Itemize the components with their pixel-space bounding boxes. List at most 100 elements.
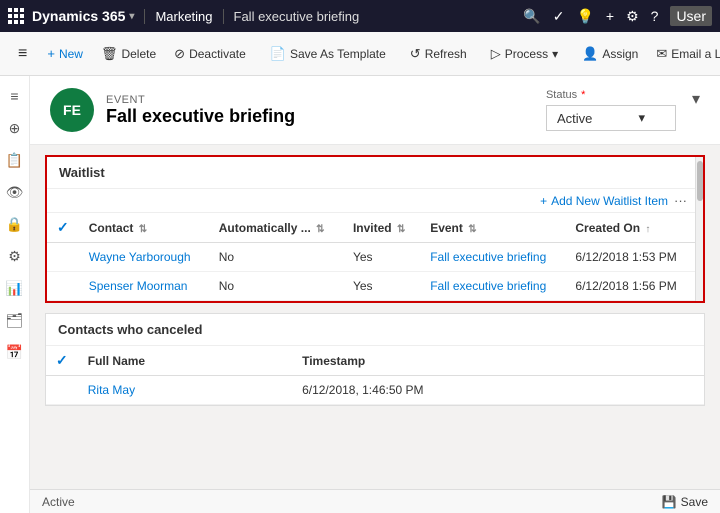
menu-button[interactable]: ≡ [8,39,37,69]
save-icon: 💾 [662,495,677,509]
deactivate-icon: ⊘ [174,46,185,62]
fullname-link[interactable]: Rita May [88,383,135,397]
check-all-icon[interactable]: ✓ [57,219,69,235]
sidebar-icon-eye[interactable]: 👁 [3,180,27,204]
waitlist-check-header: ✓ [47,213,79,243]
waitlist-scroll-thumb [697,161,703,201]
trash-icon: 🗑 [101,46,118,62]
canceled-col-timestamp[interactable]: Timestamp [292,346,684,376]
row-invited: Yes [343,272,420,301]
help-icon[interactable]: ? [651,8,659,24]
canceled-contacts-table: ✓ Full Name Timestamp Rita May 6/12/2018… [46,346,704,405]
waitlist-col-automatically[interactable]: Automatically ... ⇅ [209,213,343,243]
status-label: Status * [546,89,585,101]
row-spacer [684,376,704,405]
status-dropdown[interactable]: Active ▾ [546,105,676,131]
sidebar-icon-calendar[interactable]: 📅 [3,340,27,364]
email-link-button[interactable]: ✉ Email a Link [648,40,720,68]
waitlist-content: Waitlist + Add New Waitlist Item ··· [47,157,695,301]
record-avatar: FE [50,88,94,132]
event-link[interactable]: Fall executive briefing [430,279,546,293]
sidebar-icon-menu[interactable]: ≡ [3,84,27,108]
deactivate-button[interactable]: ⊘ Deactivate [166,40,254,68]
status-bar: Active 💾 Save [30,489,720,513]
row-check[interactable] [47,272,79,301]
event-link[interactable]: Fall executive briefing [430,250,546,264]
refresh-button[interactable]: ↺ Refresh [402,40,475,68]
table-row: Rita May 6/12/2018, 1:46:50 PM [46,376,704,405]
process-button[interactable]: ▷ Process ▾ [483,40,566,68]
canceled-table-body: Rita May 6/12/2018, 1:46:50 PM [46,376,704,405]
waitlist-scrollbar[interactable] [695,157,703,301]
waitlist-more-options[interactable]: ··· [674,193,687,208]
canceled-table-header-row: ✓ Full Name Timestamp [46,346,704,376]
row-automatically: No [209,272,343,301]
settings-icon[interactable]: ⚙ [626,8,639,25]
top-nav: Dynamics 365 ▾ Marketing Fall executive … [0,0,720,32]
canceled-contacts-header: Contacts who canceled [46,314,704,346]
process-icon: ▷ [491,46,501,62]
waitlist-with-scroll: Waitlist + Add New Waitlist Item ··· [47,157,703,301]
collapse-button[interactable]: ▾ [692,89,700,109]
brand: Dynamics 365 ▾ [32,8,134,24]
main-content: FE EVENT Fall executive briefing Status … [30,76,720,513]
table-row: Wayne Yarborough No Yes Fall executive b… [47,243,695,272]
sidebar-icon-lock[interactable]: 🔒 [3,212,27,236]
new-button[interactable]: + New [39,40,91,67]
row-check[interactable] [46,376,78,405]
left-sidebar: ≡ ⊕ 📋 👁 🔒 ⚙ 📊 🗂 📅 [0,76,30,513]
status-bar-text: Active [42,495,75,509]
plus-icon[interactable]: + [606,8,614,24]
assign-button[interactable]: 👤 Assign [574,40,646,68]
add-waitlist-item-button[interactable]: + Add New Waitlist Item [540,194,668,208]
canceled-col-spacer [684,346,704,376]
canceled-col-fullname[interactable]: Full Name [78,346,292,376]
record-header-left: FE EVENT Fall executive briefing [50,88,295,132]
sidebar-icon-settings[interactable]: ⚙ [3,244,27,268]
sidebar-icon-chart[interactable]: 📊 [3,276,27,300]
row-createdon: 6/12/2018 1:56 PM [565,272,695,301]
apps-icon[interactable] [8,8,24,24]
sidebar-icon-list[interactable]: 📋 [3,148,27,172]
module-name[interactable]: Marketing [144,9,212,24]
sort-createdon-icon: ↑ [645,224,650,235]
delete-button[interactable]: 🗑 Delete [93,40,164,68]
nav-record-title: Fall executive briefing [223,9,516,24]
waitlist-col-event[interactable]: Event ⇅ [420,213,565,243]
brand-chevron[interactable]: ▾ [129,11,134,22]
lightbulb-icon[interactable]: 💡 [576,8,593,25]
record-header: FE EVENT Fall executive briefing Status … [30,76,720,145]
sort-auto-icon: ⇅ [316,224,324,235]
waitlist-col-invited[interactable]: Invited ⇅ [343,213,420,243]
row-automatically: No [209,243,343,272]
canceled-check-all-icon[interactable]: ✓ [56,352,68,368]
plus-icon: + [540,194,547,208]
user-avatar[interactable]: User [670,6,712,26]
template-icon: 📄 [270,46,286,62]
brand-name: Dynamics 365 [32,8,125,24]
save-button[interactable]: 💾 Save [662,495,708,509]
waitlist-col-createdon[interactable]: Created On ↑ [565,213,695,243]
contact-link[interactable]: Spenser Moorman [89,279,188,293]
row-contact: Spenser Moorman [79,272,209,301]
sort-contact-icon: ⇅ [139,224,147,235]
waitlist-header: Waitlist [47,157,695,189]
waitlist-col-contact[interactable]: Contact ⇅ [79,213,209,243]
check-circle-icon[interactable]: ✓ [553,8,565,25]
row-contact: Wayne Yarborough [79,243,209,272]
sidebar-icon-folder[interactable]: 🗂 [3,308,27,332]
row-check[interactable] [47,243,79,272]
search-icon[interactable]: 🔍 [523,8,540,25]
row-fullname: Rita May [78,376,292,405]
sort-invited-icon: ⇅ [397,224,405,235]
canceled-check-header: ✓ [46,346,78,376]
sidebar-icon-home[interactable]: ⊕ [3,116,27,140]
plus-icon: + [47,46,55,61]
save-as-template-button[interactable]: 📄 Save As Template [262,40,394,68]
table-row: Spenser Moorman No Yes Fall executive br… [47,272,695,301]
contact-link[interactable]: Wayne Yarborough [89,250,191,264]
dropdown-chevron: ▾ [638,110,645,126]
row-event: Fall executive briefing [420,243,565,272]
status-value: Active [557,111,592,126]
waitlist-section: Waitlist + Add New Waitlist Item ··· [45,155,705,303]
